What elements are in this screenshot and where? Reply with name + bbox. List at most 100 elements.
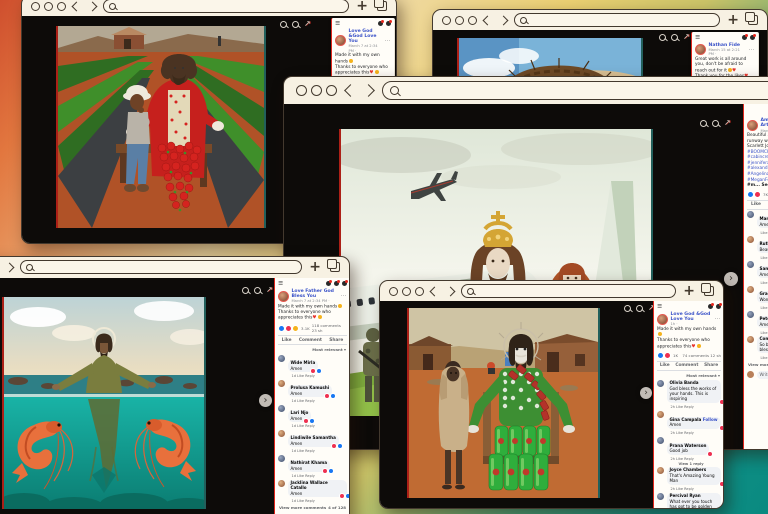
comment-actions[interactable]: 2h Like Reply (671, 405, 722, 409)
avatar[interactable] (657, 314, 668, 325)
menu-icon[interactable]: ≡ (657, 303, 662, 310)
tab-overview-icon[interactable] (748, 15, 758, 25)
fullscreen-icon[interactable]: ↗ (304, 20, 311, 28)
commenter-avatar[interactable] (657, 411, 664, 418)
notifications-icon[interactable] (716, 304, 721, 309)
zoom-in-icon[interactable] (700, 120, 707, 127)
reactions-row[interactable]: 7K (744, 189, 768, 199)
reactions-row[interactable]: 3.1K 118 comments 23 sh (275, 321, 349, 334)
commenter-avatar[interactable] (747, 236, 754, 243)
window-controls[interactable] (442, 16, 477, 25)
view-more-comments-link[interactable]: View more comments (748, 362, 768, 367)
forward-button[interactable] (362, 84, 375, 97)
commenter-avatar[interactable] (747, 286, 754, 293)
follow-link[interactable]: Follow (703, 417, 718, 422)
commenter-avatar[interactable] (657, 437, 664, 444)
zoom-out-icon[interactable] (636, 305, 643, 312)
fullscreen-icon[interactable]: ↗ (724, 119, 731, 127)
like-button[interactable]: Like (751, 202, 761, 207)
back-button[interactable] (483, 15, 493, 25)
fullscreen-icon[interactable]: ↗ (683, 33, 690, 41)
comment-actions[interactable]: 1d Like Reply (292, 399, 333, 403)
commenter-avatar[interactable] (278, 405, 285, 412)
menu-icon[interactable]: ≡ (335, 20, 340, 27)
sort-dropdown[interactable]: Most relevant ▾ (654, 371, 723, 379)
zoom-out-icon[interactable] (292, 21, 299, 28)
comment-count[interactable]: 74 comments 12 sh (682, 353, 721, 358)
comment-actions[interactable]: Like · Reply (761, 256, 768, 260)
address-bar[interactable] (461, 284, 676, 298)
back-button[interactable] (344, 84, 357, 97)
comment-button[interactable]: Comment (675, 363, 698, 368)
window-zoom-button[interactable] (57, 2, 66, 11)
commenter-avatar[interactable] (278, 430, 285, 437)
zoom-out-icon[interactable] (254, 287, 261, 294)
comment-actions[interactable]: 1d Like Reply (292, 449, 339, 453)
address-bar[interactable] (514, 13, 720, 27)
menu-icon[interactable]: ≡ (695, 34, 700, 41)
bottle-jesus-photo[interactable] (409, 308, 598, 498)
sort-dropdown[interactable]: Most relevant ▾ (275, 345, 349, 353)
comment-actions[interactable]: Like · Reply (761, 231, 768, 235)
zoom-in-icon[interactable] (242, 287, 249, 294)
comment-actions[interactable]: 1d Like Reply (292, 499, 348, 503)
messenger-icon[interactable] (708, 304, 713, 309)
commenter-avatar[interactable] (278, 355, 285, 362)
comment-actions[interactable]: 1d Like Reply (292, 474, 331, 478)
comment-input[interactable]: Write a comment... (757, 371, 768, 379)
messenger-icon[interactable] (334, 281, 339, 286)
avatar[interactable] (747, 120, 758, 131)
zoom-in-icon[interactable] (624, 305, 631, 312)
post-options-icon[interactable]: ··· (385, 38, 391, 44)
commenter-avatar[interactable] (278, 480, 285, 487)
window-close-button[interactable] (31, 2, 40, 11)
strawberry-jesus-photo[interactable] (58, 26, 264, 228)
back-button[interactable] (72, 1, 82, 11)
forward-button[interactable] (446, 286, 456, 296)
like-button[interactable]: Like (282, 338, 292, 343)
address-bar[interactable] (382, 81, 768, 100)
commenter-avatar[interactable] (657, 380, 664, 387)
comment-actions[interactable]: Like · Reply (761, 281, 768, 285)
comment-button[interactable]: Comment (299, 338, 322, 343)
commenter-name[interactable]: Jacklina Wallace Catallo (291, 481, 345, 491)
new-tab-button[interactable]: + (356, 0, 368, 13)
shrimp-jesus-photo[interactable] (4, 297, 204, 509)
new-tab-button[interactable]: + (683, 284, 695, 298)
fullscreen-icon[interactable]: ↗ (266, 286, 273, 294)
share-button[interactable]: Share (704, 363, 718, 368)
messenger-icon[interactable] (742, 35, 747, 40)
notifications-icon[interactable] (750, 35, 755, 40)
commenter-avatar[interactable] (278, 380, 285, 387)
comment-actions[interactable]: Like · Reply (761, 356, 768, 360)
commenter-avatar[interactable] (747, 311, 754, 318)
plus-icon[interactable] (326, 281, 331, 286)
post-author[interactable]: Love God &God Love You (349, 29, 383, 45)
zoom-in-icon[interactable] (280, 21, 287, 28)
new-tab-button[interactable]: + (309, 260, 321, 274)
comment-actions[interactable]: 2h Like Reply (671, 431, 721, 435)
window-controls[interactable] (389, 287, 424, 296)
forward-button[interactable] (5, 262, 15, 272)
post-options-icon[interactable]: ··· (341, 293, 347, 299)
comment-actions[interactable]: 2h Like Reply (671, 457, 710, 461)
window-zoom-button[interactable] (468, 16, 477, 25)
notifications-icon[interactable] (386, 21, 391, 26)
like-button[interactable]: Like (660, 363, 670, 368)
window-controls[interactable] (31, 2, 66, 11)
comment-actions[interactable]: Like · Reply (761, 306, 768, 310)
window-controls[interactable] (296, 85, 337, 96)
zoom-out-icon[interactable] (671, 34, 678, 41)
tab-overview-icon[interactable] (377, 1, 387, 11)
avatar[interactable] (278, 291, 289, 302)
window-minimize-button[interactable] (311, 85, 322, 96)
window-close-button[interactable] (389, 287, 398, 296)
next-photo-button[interactable]: › (724, 272, 738, 286)
back-button[interactable] (430, 286, 440, 296)
commenter-avatar[interactable] (657, 493, 664, 500)
zoom-in-icon[interactable] (659, 34, 666, 41)
new-tab-button[interactable]: + (727, 13, 739, 27)
comment-composer[interactable]: Write a comment... (744, 369, 768, 381)
notifications-icon[interactable] (342, 281, 347, 286)
forward-button[interactable] (88, 1, 98, 11)
